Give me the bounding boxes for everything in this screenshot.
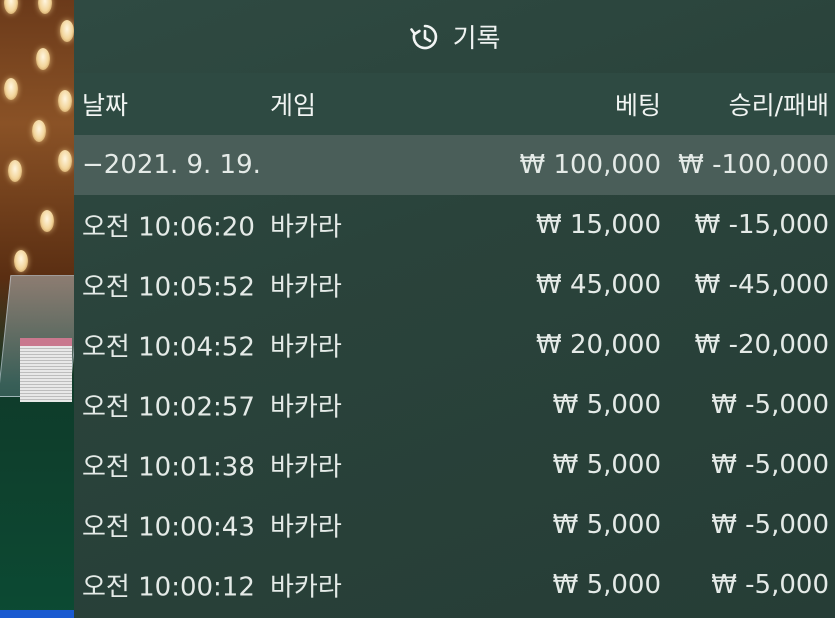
light-bulb [14,250,28,272]
row-time: 오전 10:06:20 [82,212,255,243]
light-bulb [38,0,52,14]
row-time: 오전 10:02:57 [82,392,255,423]
date-group-row[interactable]: −2021. 9. 19. ₩ 100,000 ₩ -100,000 [74,135,835,195]
table-row[interactable]: 오전 10:04:52 바카라 ₩ 20,000 ₩ -20,000 [74,315,835,375]
row-game: 바카라 [270,512,342,543]
table-row[interactable]: 오전 10:01:38 바카라 ₩ 5,000 ₩ -5,000 [74,435,835,495]
light-bulb [4,78,18,100]
panel-header: 기록 [74,0,835,73]
row-result: ₩ -20,000 [694,330,829,360]
table-row[interactable]: 오전 10:05:52 바카라 ₩ 45,000 ₩ -45,000 [74,255,835,315]
card-deck [20,338,72,402]
row-result: ₩ -15,000 [694,210,829,240]
row-game: 바카라 [270,572,342,603]
history-panel: 기록 날짜 게임 베팅 승리/패배 −2021. 9. 19. ₩ 100,00… [74,0,835,618]
row-result: ₩ -5,000 [711,390,829,420]
row-bet: ₩ 15,000 [536,210,661,240]
light-bulb [40,210,54,232]
row-result: ₩ -5,000 [711,450,829,480]
row-game: 바카라 [270,452,342,483]
history-icon [409,24,437,49]
panel-title: 기록 [452,24,501,54]
row-game: 바카라 [270,212,342,243]
row-game: 바카라 [270,332,342,363]
row-bet: ₩ 5,000 [552,450,661,480]
date-group-label: −2021. 9. 19. [82,150,261,180]
table-row[interactable]: 오전 10:02:57 바카라 ₩ 5,000 ₩ -5,000 [74,375,835,435]
light-bulb [4,0,18,14]
table-row[interactable]: 오전 10:00:12 바카라 ₩ 5,000 ₩ -5,000 [74,555,835,615]
column-header-date: 날짜 [82,91,129,120]
date-group-bet-total: ₩ 100,000 [519,150,662,180]
row-bet: ₩ 45,000 [536,270,661,300]
row-bet: ₩ 20,000 [536,330,661,360]
table-row[interactable]: 오전 10:00:43 바카라 ₩ 5,000 ₩ -5,000 [74,495,835,555]
light-bulb [58,90,72,112]
row-result: ₩ -5,000 [711,510,829,540]
table-header: 날짜 게임 베팅 승리/패배 [74,73,835,135]
screen: 기록 날짜 게임 베팅 승리/패배 −2021. 9. 19. ₩ 100,00… [0,0,835,618]
row-time: 오전 10:00:43 [82,512,255,543]
column-header-game: 게임 [270,91,317,120]
row-game: 바카라 [270,392,342,423]
row-game: 바카라 [270,272,342,303]
row-bet: ₩ 5,000 [552,390,661,420]
column-header-result: 승리/패배 [728,91,829,120]
light-bulb [60,20,74,42]
row-bet: ₩ 5,000 [552,510,661,540]
row-time: 오전 10:01:38 [82,452,255,483]
casino-background [0,0,80,618]
date-group-result-total: ₩ -100,000 [678,150,829,180]
row-bet: ₩ 5,000 [552,570,661,600]
row-time: 오전 10:00:12 [82,572,255,603]
history-table-body: −2021. 9. 19. ₩ 100,000 ₩ -100,000 오전 10… [74,135,835,615]
row-time: 오전 10:05:52 [82,272,255,303]
row-result: ₩ -45,000 [694,270,829,300]
column-header-bet: 베팅 [614,91,661,120]
light-bulb [8,160,22,182]
light-bulb [32,120,46,142]
table-edge [0,610,80,618]
light-bulb [58,150,72,172]
light-bulb [36,48,50,70]
table-row[interactable]: 오전 10:06:20 바카라 ₩ 15,000 ₩ -15,000 [74,195,835,255]
row-result: ₩ -5,000 [711,570,829,600]
row-time: 오전 10:04:52 [82,332,255,363]
